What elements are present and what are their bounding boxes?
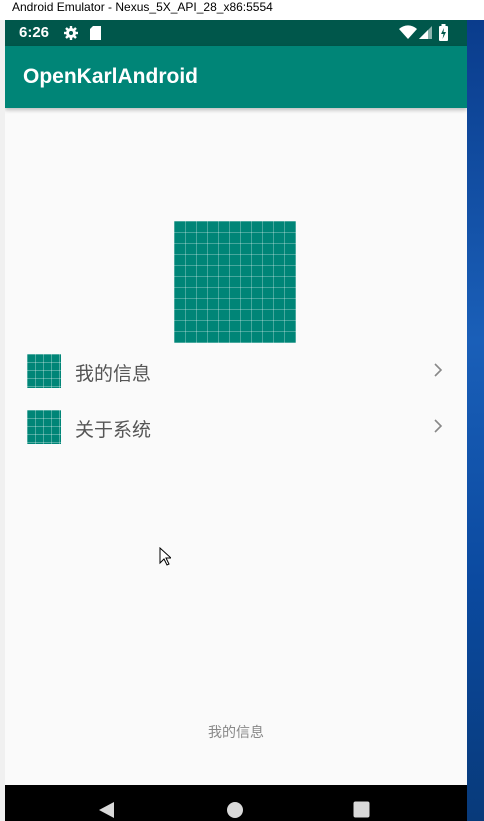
android-navigation-bar — [5, 785, 467, 821]
app-bar: OpenKarlAndroid — [5, 46, 467, 108]
phone-screen: 6:26 OpenKarlAndroid 我的信息 关于系统 我的信息 — [5, 20, 467, 821]
recents-button[interactable] — [353, 801, 370, 821]
menu-item-label: 关于系统 — [75, 419, 152, 441]
status-bar: 6:26 — [5, 20, 467, 46]
back-button[interactable] — [98, 801, 115, 821]
settings-icon — [63, 25, 79, 45]
mouse-cursor-icon — [159, 546, 173, 570]
battery-icon — [439, 24, 448, 45]
menu-item-label: 我的信息 — [75, 363, 152, 385]
status-time: 6:26 — [19, 24, 50, 41]
bottom-nav-my-info[interactable]: 我的信息 — [5, 722, 467, 742]
about-system-icon — [27, 410, 61, 444]
my-info-icon — [27, 354, 61, 388]
emulator-window-title: Android Emulator - Nexus_5X_API_28_x86:5… — [0, 0, 484, 20]
desktop-background-strip — [467, 20, 484, 821]
home-button[interactable] — [226, 801, 244, 821]
cell-signal-icon — [419, 25, 432, 44]
chevron-right-icon — [433, 362, 443, 382]
menu-item-about-system[interactable]: 关于系统 — [5, 403, 467, 453]
wifi-icon — [399, 25, 417, 44]
chevron-right-icon — [433, 418, 443, 438]
menu-item-my-info[interactable]: 我的信息 — [5, 347, 467, 397]
app-title: OpenKarlAndroid — [23, 65, 199, 88]
sd-card-icon — [89, 25, 102, 45]
header-image — [174, 221, 296, 343]
